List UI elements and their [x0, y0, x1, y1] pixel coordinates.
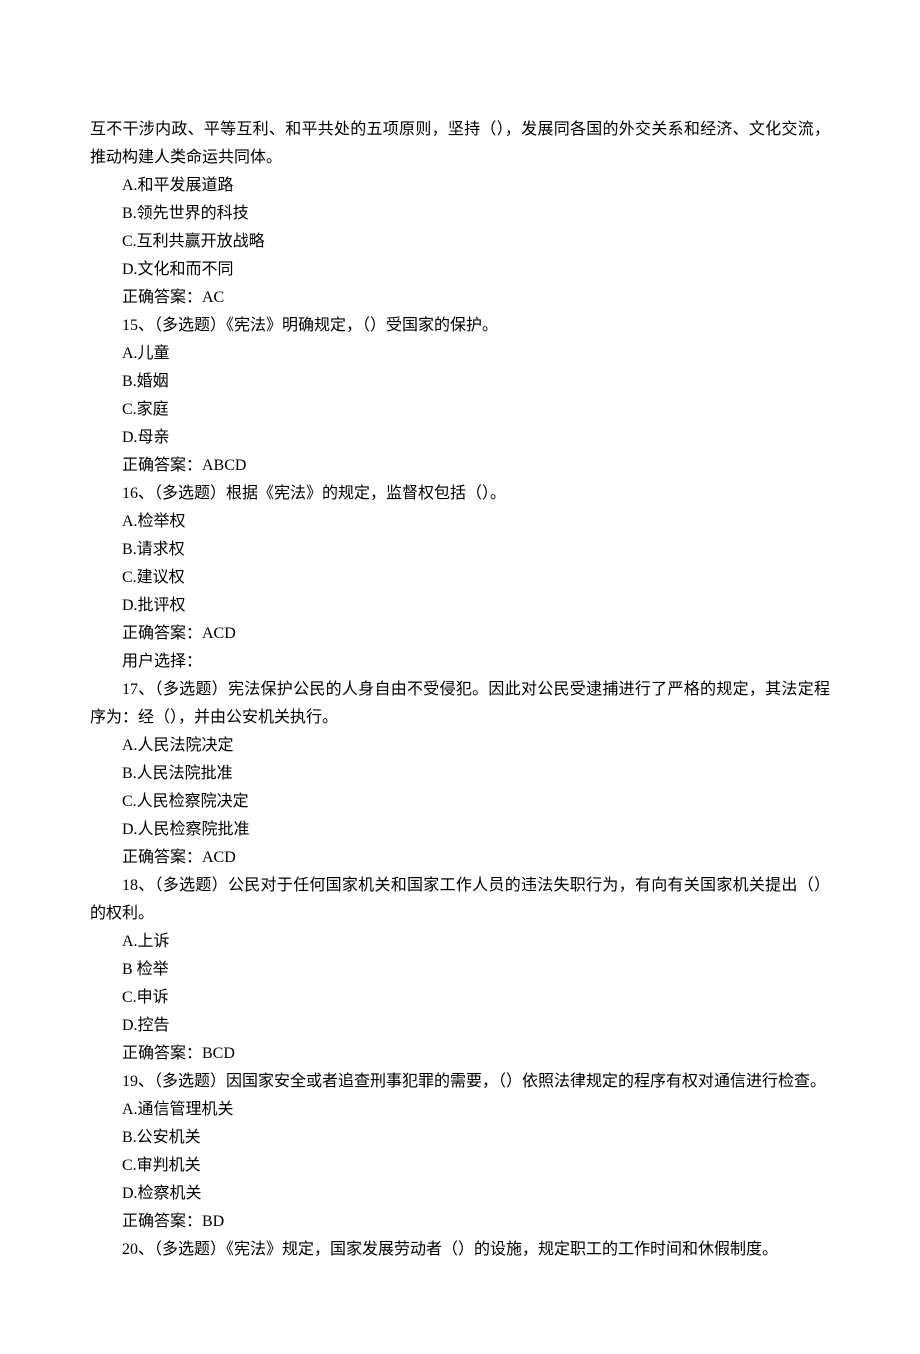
q14-option-c: C.互利共赢开放战略	[90, 228, 830, 256]
q17-option-a: A.人民法院决定	[90, 732, 830, 760]
q17-option-b: B.人民法院批准	[90, 760, 830, 788]
q19-option-b: B.公安机关	[90, 1124, 830, 1152]
q18-option-b: B 检举	[90, 956, 830, 984]
q16-option-c: C.建议权	[90, 564, 830, 592]
q19-option-a: A.通信管理机关	[90, 1096, 830, 1124]
q16-answer: 正确答案：ACD	[90, 620, 830, 648]
q18-option-c: C.申诉	[90, 984, 830, 1012]
q14-answer: 正确答案：AC	[90, 284, 830, 312]
q19-answer: 正确答案：BD	[90, 1208, 830, 1236]
q15-option-a: A.儿童	[90, 340, 830, 368]
q19-option-d: D.检察机关	[90, 1180, 830, 1208]
q17-answer: 正确答案：ACD	[90, 844, 830, 872]
q17-stem: 17、（多选题）宪法保护公民的人身自由不受侵犯。因此对公民受逮捕进行了严格的规定…	[90, 676, 830, 732]
q18-answer: 正确答案：BCD	[90, 1040, 830, 1068]
q14-option-b: B.领先世界的科技	[90, 200, 830, 228]
q18-stem: 18、（多选题）公民对于任何国家机关和国家工作人员的违法失职行为，有向有关国家机…	[90, 872, 830, 928]
q16-stem: 16、（多选题）根据《宪法》的规定，监督权包括（）。	[90, 480, 830, 508]
q18-option-d: D.控告	[90, 1012, 830, 1040]
q15-option-d: D.母亲	[90, 424, 830, 452]
q19-stem: 19、（多选题）因国家安全或者追查刑事犯罪的需要，（）依照法律规定的程序有权对通…	[90, 1068, 830, 1096]
q15-answer: 正确答案：ABCD	[90, 452, 830, 480]
q18-option-a: A.上诉	[90, 928, 830, 956]
q15-stem: 15、（多选题）《宪法》明确规定，（）受国家的保护。	[90, 312, 830, 340]
q14-stem-continued: 互不干涉内政、平等互利、和平共处的五项原则，坚持（），发展同各国的外交关系和经济…	[90, 116, 830, 172]
q17-option-d: D.人民检察院批准	[90, 816, 830, 844]
q15-option-b: B.婚姻	[90, 368, 830, 396]
q14-option-a: A.和平发展道路	[90, 172, 830, 200]
q16-user-choice: 用户选择：	[90, 648, 830, 676]
q16-option-d: D.批评权	[90, 592, 830, 620]
q16-option-b: B.请求权	[90, 536, 830, 564]
q19-option-c: C.审判机关	[90, 1152, 830, 1180]
q15-option-c: C.家庭	[90, 396, 830, 424]
q14-option-d: D.文化和而不同	[90, 256, 830, 284]
q20-stem: 20、（多选题）《宪法》规定，国家发展劳动者（）的设施，规定职工的工作时间和休假…	[90, 1236, 830, 1264]
q17-option-c: C.人民检察院决定	[90, 788, 830, 816]
q16-option-a: A.检举权	[90, 508, 830, 536]
